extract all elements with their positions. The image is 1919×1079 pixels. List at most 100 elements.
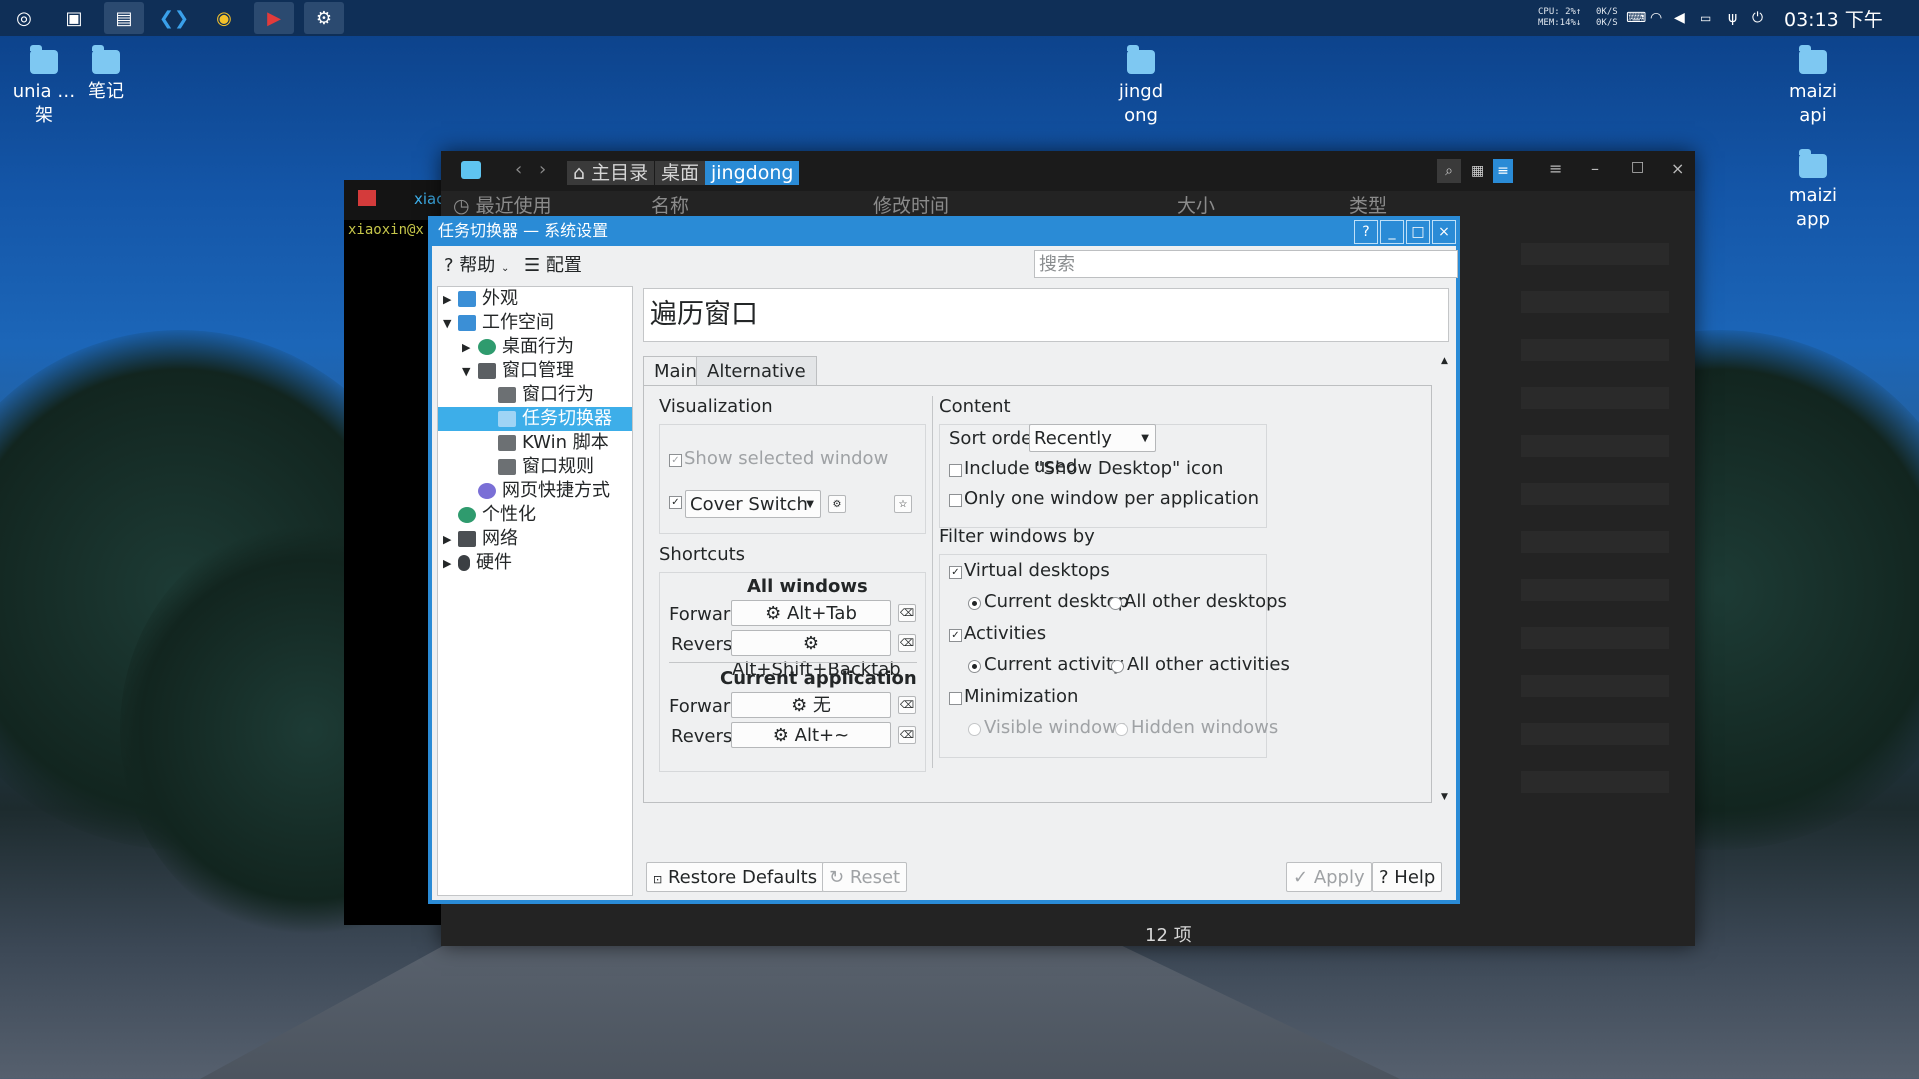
reset-button[interactable]: ↻ Reset bbox=[822, 862, 908, 892]
settings-task-icon[interactable]: ⚙ bbox=[304, 2, 344, 34]
breadcrumb-home[interactable]: ⌂ 主目录 bbox=[567, 161, 655, 185]
power-icon[interactable]: ⏻ bbox=[1752, 0, 1763, 36]
file-row[interactable] bbox=[1521, 435, 1669, 457]
file-row[interactable] bbox=[1521, 627, 1669, 649]
forward-button[interactable]: › bbox=[539, 159, 546, 180]
volume-icon[interactable]: ◀ bbox=[1674, 0, 1685, 36]
tree-item-hardware[interactable]: 硬件 bbox=[458, 551, 512, 575]
tree-item-personalization[interactable]: 个性化 bbox=[458, 503, 536, 527]
back-button[interactable]: ‹ bbox=[515, 159, 522, 180]
include-desktop-checkbox[interactable] bbox=[949, 464, 962, 477]
file-row[interactable] bbox=[1521, 675, 1669, 697]
restore-defaults-button[interactable]: ⊡ Restore Defaults bbox=[646, 862, 825, 892]
activities-checkbox[interactable]: ✓ bbox=[949, 629, 962, 642]
system-settings-dialog[interactable]: 任务切换器 — 系统设置 ? _ □ × ? 帮助 ⌄ ☰ 配置 搜索 ▶ 外观… bbox=[428, 216, 1460, 904]
clear-shortcut-icon[interactable]: ⌫ bbox=[898, 604, 916, 622]
tree-item-appearance[interactable]: 外观 bbox=[458, 287, 518, 311]
menu-icon[interactable]: ≡ bbox=[1549, 159, 1562, 178]
tree-item-window-management[interactable]: 窗口管理 bbox=[478, 359, 574, 383]
breadcrumb-current[interactable]: jingdong bbox=[705, 161, 800, 185]
search-input[interactable]: 搜索 bbox=[1034, 250, 1458, 278]
clock[interactable]: 03:13 下午 bbox=[1784, 0, 1883, 36]
tree-item-desktop-behavior[interactable]: 桌面行为 bbox=[478, 335, 574, 359]
maximize-icon[interactable]: □ bbox=[1406, 220, 1430, 244]
expand-arrow-icon[interactable]: ▶ bbox=[443, 293, 451, 306]
all-forward-shortcut[interactable]: ⚙ Alt+Tab bbox=[731, 600, 891, 626]
file-row[interactable] bbox=[1521, 723, 1669, 745]
current-activity-radio[interactable] bbox=[968, 660, 981, 673]
app-reverse-shortcut[interactable]: ⚙ Alt+~ bbox=[731, 722, 891, 748]
tree-item-task-switcher[interactable]: 任务切换器 bbox=[438, 407, 632, 431]
clear-shortcut-icon[interactable]: ⌫ bbox=[898, 696, 916, 714]
icon-view-icon[interactable]: ▦ bbox=[1471, 159, 1491, 183]
hidden-windows-radio[interactable] bbox=[1115, 723, 1128, 736]
one-per-app-checkbox[interactable] bbox=[949, 494, 962, 507]
file-manager-task-icon[interactable]: ▤ bbox=[104, 2, 144, 34]
file-row[interactable] bbox=[1521, 339, 1669, 361]
close-icon[interactable]: × bbox=[1432, 220, 1456, 244]
show-selected-checkbox[interactable]: ✓ bbox=[669, 454, 682, 467]
expand-arrow-icon[interactable]: ▶ bbox=[462, 341, 470, 354]
tree-item-kwin-scripts[interactable]: KWin 脚本 bbox=[498, 431, 609, 455]
collapse-arrow-icon[interactable]: ▼ bbox=[443, 317, 451, 330]
clear-shortcut-icon[interactable]: ⌫ bbox=[898, 634, 916, 652]
visible-windows-radio[interactable] bbox=[968, 723, 981, 736]
terminal-task-icon[interactable]: ▶ bbox=[254, 2, 294, 34]
vscode-task-icon[interactable]: ❮❯ bbox=[154, 2, 194, 34]
scroll-up-icon[interactable]: ▲ bbox=[1441, 356, 1448, 366]
desktop-icon-maizi-api[interactable]: maizi api bbox=[1774, 45, 1852, 128]
virtual-desktops-checkbox[interactable]: ✓ bbox=[949, 566, 962, 579]
minimize-icon[interactable]: _ bbox=[1380, 220, 1404, 244]
launcher-icon[interactable]: ◎ bbox=[4, 2, 44, 34]
config-menu[interactable]: ☰ 配置 bbox=[524, 252, 582, 280]
file-row[interactable] bbox=[1521, 243, 1669, 265]
file-row[interactable] bbox=[1521, 387, 1669, 409]
keyboard-icon[interactable]: ⌨ bbox=[1626, 0, 1646, 36]
tab-alternative[interactable]: Alternative bbox=[696, 356, 817, 387]
help-button[interactable]: ? Help bbox=[1372, 862, 1443, 892]
desktop-icon-jingdong[interactable]: jingd ong bbox=[1102, 45, 1180, 128]
close-icon[interactable]: × bbox=[1671, 159, 1684, 178]
effect-checkbox[interactable]: ✓ bbox=[669, 496, 682, 509]
category-tree[interactable]: ▶ 外观 ▼ 工作空间 ▶ 桌面行为 ▼ 窗口管理 窗口行为 任务切换器 KWi… bbox=[437, 286, 633, 896]
breadcrumb-desktop[interactable]: 桌面 bbox=[655, 161, 706, 185]
tree-item-window-behavior[interactable]: 窗口行为 bbox=[498, 383, 594, 407]
file-row[interactable] bbox=[1521, 771, 1669, 793]
tree-item-web-shortcuts[interactable]: 网页快捷方式 bbox=[478, 479, 610, 503]
help-menu[interactable]: ? 帮助 ⌄ bbox=[444, 252, 509, 280]
other-desktops-radio[interactable] bbox=[1109, 597, 1122, 610]
apply-button[interactable]: ✓ Apply bbox=[1286, 862, 1372, 892]
scroll-down-icon[interactable]: ▼ bbox=[1441, 792, 1448, 802]
expand-arrow-icon[interactable]: ▶ bbox=[443, 557, 451, 570]
desktop-icon-maizi-app[interactable]: maizi app bbox=[1774, 149, 1852, 232]
collapse-arrow-icon[interactable]: ▼ bbox=[462, 365, 470, 378]
file-row[interactable] bbox=[1521, 291, 1669, 313]
app-forward-shortcut[interactable]: ⚙ 无 bbox=[731, 692, 891, 718]
desktop-icon-notes[interactable]: 笔记 bbox=[66, 45, 146, 104]
usb-icon[interactable]: ψ bbox=[1728, 0, 1737, 36]
tree-item-network[interactable]: 网络 bbox=[458, 527, 518, 551]
effect-configure-button[interactable]: ⚙ bbox=[828, 495, 846, 513]
tree-item-workspace[interactable]: 工作空间 bbox=[458, 311, 554, 335]
chrome-task-icon[interactable]: ◉ bbox=[204, 2, 244, 34]
list-view-icon[interactable]: ≡ bbox=[1493, 159, 1513, 183]
app-store-icon[interactable]: ▣ bbox=[54, 2, 94, 34]
minimization-checkbox[interactable] bbox=[949, 692, 962, 705]
terminal-tab[interactable]: xiac bbox=[414, 190, 444, 208]
clear-shortcut-icon[interactable]: ⌫ bbox=[898, 726, 916, 744]
wifi-icon[interactable]: ◠ bbox=[1650, 0, 1662, 36]
file-row[interactable] bbox=[1521, 531, 1669, 553]
expand-arrow-icon[interactable]: ▶ bbox=[443, 533, 451, 546]
file-row[interactable] bbox=[1521, 579, 1669, 601]
search-icon[interactable]: ⌕ bbox=[1437, 159, 1461, 183]
maximize-icon[interactable]: □ bbox=[1631, 159, 1644, 175]
context-help-icon[interactable]: ? bbox=[1354, 220, 1378, 244]
tree-item-window-rules[interactable]: 窗口规则 bbox=[498, 455, 594, 479]
sort-order-select[interactable]: Recently used ▼ bbox=[1029, 424, 1156, 477]
minimize-icon[interactable]: – bbox=[1591, 159, 1599, 178]
all-reverse-shortcut[interactable]: ⚙ Alt+Shift+Backtab bbox=[731, 630, 901, 680]
scrollbar[interactable]: ▲ ▼ bbox=[1439, 356, 1453, 804]
file-row[interactable] bbox=[1521, 483, 1669, 505]
current-desktop-radio[interactable] bbox=[968, 597, 981, 610]
effect-select[interactable]: Cover Switch ▼ bbox=[685, 490, 821, 518]
